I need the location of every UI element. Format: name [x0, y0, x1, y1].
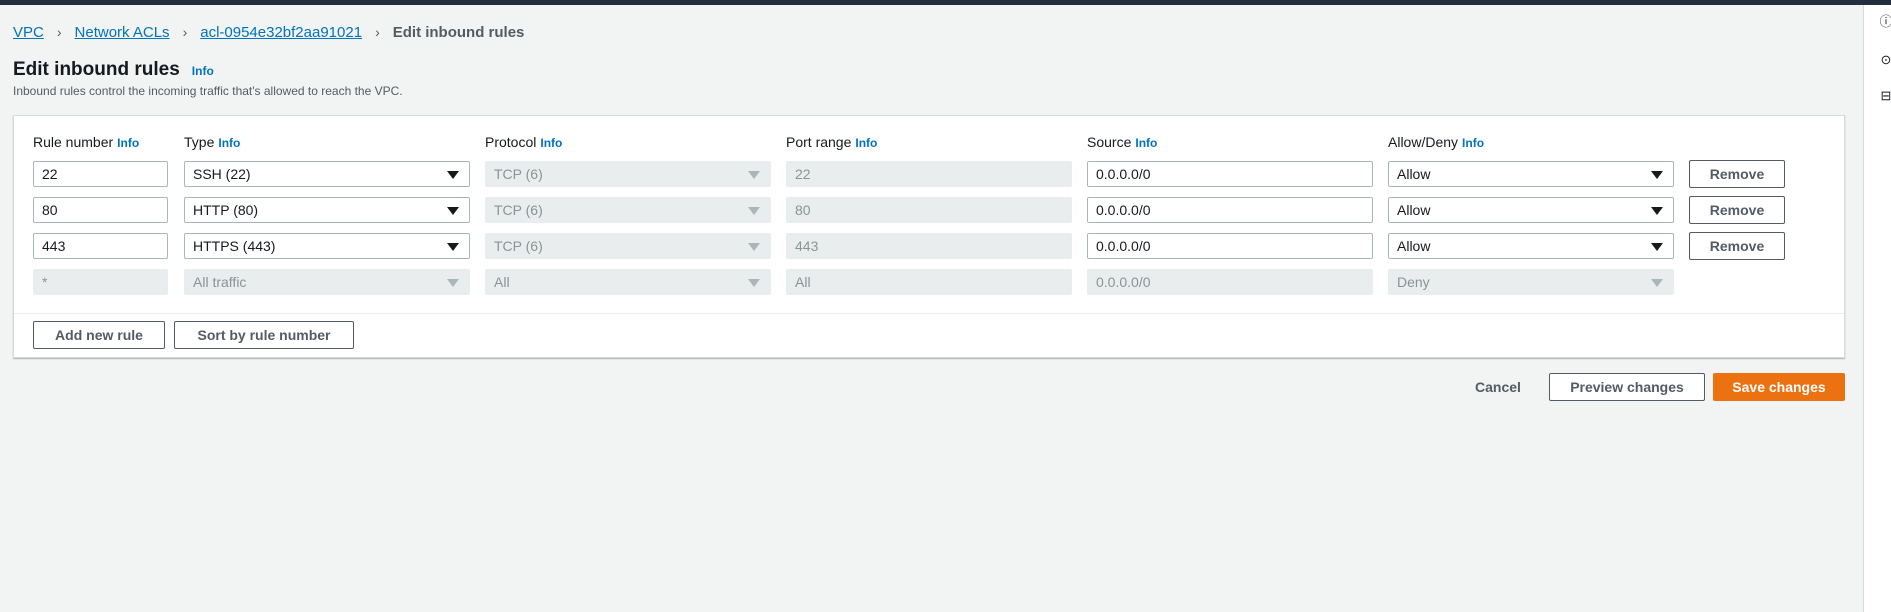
caret-down-icon: [447, 279, 459, 287]
header-allow-deny: Allow/Deny Info: [1388, 134, 1484, 150]
sort-by-rule-number-button[interactable]: Sort by rule number: [174, 321, 354, 349]
type-select[interactable]: HTTPS (443): [184, 233, 470, 259]
source-input[interactable]: 0.0.0.0/0: [1087, 197, 1373, 223]
settings-circle-icon[interactable]: ⊙: [1878, 52, 1891, 68]
top-navigation-bar: [0, 0, 1891, 5]
caret-down-icon: [1651, 207, 1663, 215]
breadcrumb-network-acls[interactable]: Network ACLs: [75, 24, 170, 41]
save-changes-button[interactable]: Save changes: [1713, 373, 1845, 401]
type-select[interactable]: HTTP (80): [184, 197, 470, 223]
select-value: Deny: [1397, 274, 1430, 290]
caret-down-icon: [447, 207, 459, 215]
header-protocol: Protocol Info: [485, 134, 562, 150]
select-value: TCP (6): [494, 202, 543, 218]
rule-number-input[interactable]: 443: [33, 233, 168, 259]
info-link[interactable]: Info: [117, 136, 139, 150]
default-protocol-select: All: [485, 269, 771, 295]
header-label: Allow/Deny: [1388, 134, 1459, 150]
default-allow-deny-select: Deny: [1388, 269, 1674, 295]
header-label: Port range: [786, 134, 852, 150]
select-value: Allow: [1397, 202, 1431, 218]
add-new-rule-button[interactable]: Add new rule: [33, 321, 165, 349]
caret-down-icon: [748, 243, 760, 251]
allow-deny-select[interactable]: Allow: [1388, 161, 1674, 187]
header-rule-number: Rule number Info: [33, 134, 139, 150]
protocol-select: TCP (6): [485, 233, 771, 259]
header-port-range: Port range Info: [786, 134, 877, 150]
page-title: Edit inbound rules: [13, 59, 180, 80]
remove-rule-button[interactable]: Remove: [1689, 196, 1785, 224]
header-label: Source: [1087, 134, 1132, 150]
type-select[interactable]: SSH (22): [184, 161, 470, 187]
header-label: Type: [184, 134, 215, 150]
header-type: Type Info: [184, 134, 240, 150]
info-link[interactable]: Info: [540, 136, 562, 150]
default-port-range: All: [786, 269, 1072, 295]
select-value: SSH (22): [193, 166, 251, 182]
rule-number-input[interactable]: 22: [33, 161, 168, 187]
select-value: All: [494, 274, 510, 290]
default-type-select: All traffic: [184, 269, 470, 295]
allow-deny-select[interactable]: Allow: [1388, 197, 1674, 223]
source-input[interactable]: 0.0.0.0/0: [1087, 233, 1373, 259]
chevron-right-icon: ›: [56, 24, 62, 40]
select-value: Allow: [1397, 238, 1431, 254]
chevron-right-icon: ›: [375, 24, 380, 40]
source-input[interactable]: 0.0.0.0/0: [1087, 161, 1373, 187]
default-source: 0.0.0.0/0: [1087, 269, 1373, 295]
cancel-button[interactable]: Cancel: [1475, 379, 1521, 395]
caret-down-icon: [748, 279, 760, 287]
caret-down-icon: [447, 243, 459, 251]
breadcrumb: VPC › Network ACLs › acl-0954e32bf2aa910…: [13, 22, 524, 42]
select-value: TCP (6): [494, 166, 543, 182]
rule-number-input[interactable]: 80: [33, 197, 168, 223]
caret-down-icon: [1651, 171, 1663, 179]
feedback-icon[interactable]: ⊟: [1878, 88, 1891, 104]
page-header: Edit inbound rules Info: [13, 59, 214, 81]
page-info-link[interactable]: Info: [192, 64, 214, 78]
breadcrumb-acl-id[interactable]: acl-0954e32bf2aa91021: [200, 24, 362, 41]
protocol-select: TCP (6): [485, 161, 771, 187]
remove-rule-button[interactable]: Remove: [1689, 160, 1785, 188]
allow-deny-select[interactable]: Allow: [1388, 233, 1674, 259]
breadcrumb-vpc[interactable]: VPC: [13, 24, 44, 41]
page-description: Inbound rules control the incoming traff…: [13, 84, 403, 98]
panel-divider: [14, 313, 1844, 314]
header-label: Protocol: [485, 134, 537, 150]
preview-changes-button[interactable]: Preview changes: [1549, 373, 1705, 401]
remove-rule-button[interactable]: Remove: [1689, 232, 1785, 260]
inbound-rules-panel: Rule number Info Type Info Protocol Info…: [13, 115, 1845, 358]
caret-down-icon: [447, 171, 459, 179]
chevron-right-icon: ›: [182, 24, 188, 40]
select-value: HTTP (80): [193, 202, 259, 218]
info-circle-icon[interactable]: ⓘ: [1878, 14, 1891, 30]
select-value: TCP (6): [494, 238, 543, 254]
protocol-select: TCP (6): [485, 197, 771, 223]
default-rule-number: *: [33, 269, 168, 295]
port-range-input: 22: [786, 161, 1072, 187]
header-label: Rule number: [33, 134, 114, 150]
caret-down-icon: [1651, 243, 1663, 251]
info-link[interactable]: Info: [218, 136, 240, 150]
select-value: Allow: [1397, 166, 1431, 182]
breadcrumb-current: Edit inbound rules: [392, 23, 525, 41]
select-value: HTTPS (443): [193, 238, 276, 254]
caret-down-icon: [1651, 279, 1663, 287]
port-range-input: 443: [786, 233, 1072, 259]
info-link[interactable]: Info: [855, 136, 877, 150]
info-link[interactable]: Info: [1462, 136, 1484, 150]
select-value: All traffic: [193, 274, 247, 290]
caret-down-icon: [748, 207, 760, 215]
caret-down-icon: [748, 171, 760, 179]
info-link[interactable]: Info: [1135, 136, 1157, 150]
header-source: Source Info: [1087, 134, 1157, 150]
port-range-input: 80: [786, 197, 1072, 223]
